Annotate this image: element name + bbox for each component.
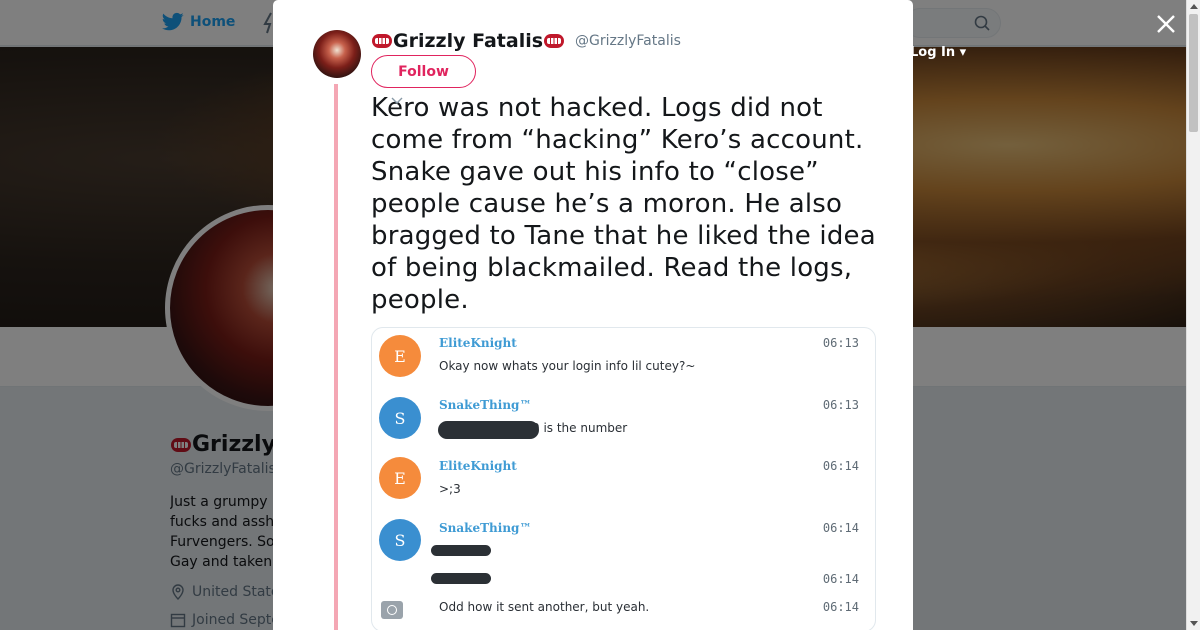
chat-username: EliteKnight: [439, 336, 517, 350]
tweet-text: Kero was not hacked. Logs did not come f…: [371, 93, 876, 315]
chat-timestamp: 06:14: [822, 572, 859, 586]
emoji-icon: [381, 601, 403, 619]
chat-text: Odd how it sent another, but yeah.: [439, 600, 650, 614]
close-icon[interactable]: [1154, 12, 1178, 36]
chat-avatar: E: [379, 335, 421, 377]
page-scrollbar[interactable]: [1186, 0, 1200, 630]
chat-text: >;3: [439, 482, 461, 496]
chat-timestamp: 06:14: [822, 459, 859, 473]
tweet-image-chat-log[interactable]: E EliteKnight 06:13 Okay now whats your …: [371, 327, 876, 630]
mouth-emoji-icon: [544, 34, 565, 48]
thread-line: [334, 84, 338, 630]
chat-text: Okay now whats your login info lil cutey…: [439, 359, 696, 373]
mouth-emoji-icon: [372, 34, 392, 48]
scroll-down-arrow[interactable]: [1190, 621, 1198, 626]
redaction-bar: [438, 421, 539, 439]
chat-avatar: S: [379, 397, 421, 439]
chat-timestamp: 06:13: [822, 398, 859, 412]
tweet-author: Grizzly Fatalis @GrizzlyFatalis: [371, 30, 681, 52]
chat-timestamp: 06:13: [822, 336, 859, 350]
scroll-up-arrow[interactable]: [1190, 4, 1198, 9]
chevron-down-icon[interactable]: [390, 96, 404, 106]
chat-avatar: S: [379, 519, 421, 561]
redaction-bar: [431, 545, 491, 556]
chat-avatar: E: [379, 457, 421, 499]
follow-button[interactable]: Follow: [371, 55, 476, 88]
scroll-thumb[interactable]: [1189, 14, 1198, 132]
author-name-text: Grizzly Fatalis: [393, 30, 544, 52]
redaction-bar: [431, 573, 491, 584]
tweet-author-handle[interactable]: @GrizzlyFatalis: [575, 33, 681, 49]
chat-username: EliteKnight: [439, 459, 517, 473]
tweet-author-avatar[interactable]: [313, 30, 361, 78]
login-link[interactable]: Log In ▾: [910, 45, 966, 60]
tweet-modal: Grizzly Fatalis @GrizzlyFatalis Follow K…: [273, 0, 913, 630]
tweet-author-name[interactable]: Grizzly Fatalis: [371, 30, 565, 52]
chat-timestamp: 06:14: [822, 521, 859, 535]
chat-username: SnakeThing™: [439, 521, 532, 535]
chat-timestamp: 06:14: [822, 600, 859, 614]
chat-text: 0 is the number: [532, 421, 628, 435]
chat-username: SnakeThing™: [439, 398, 532, 412]
